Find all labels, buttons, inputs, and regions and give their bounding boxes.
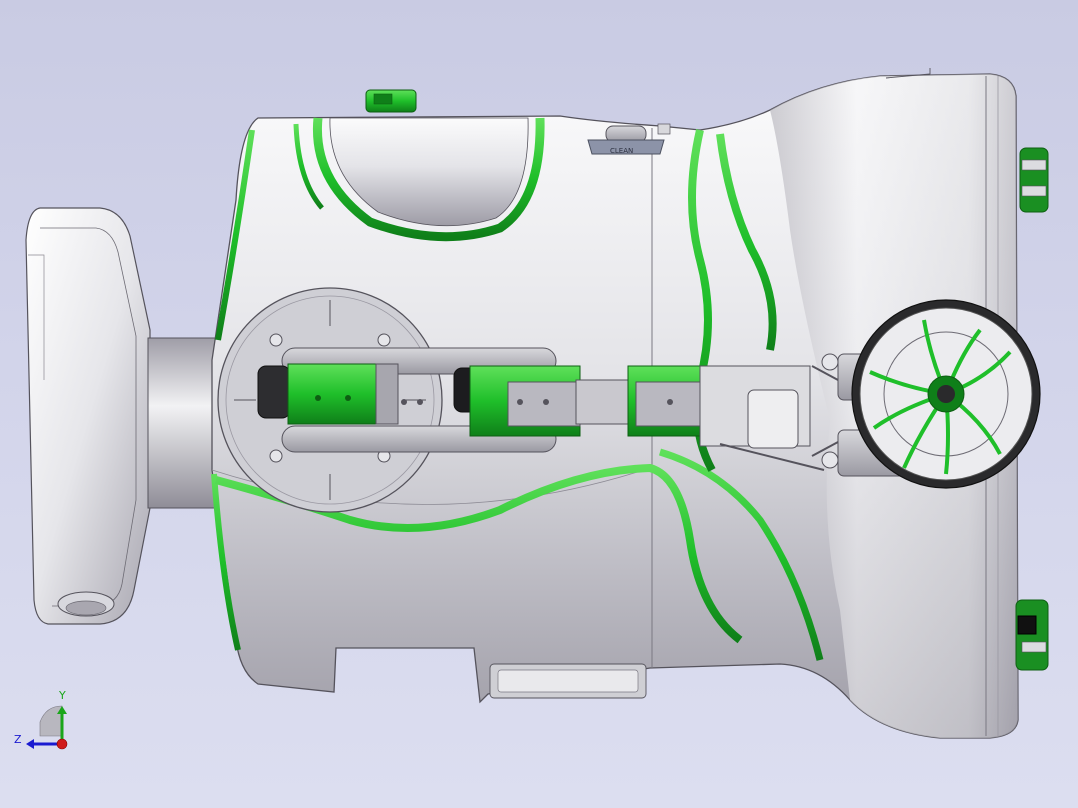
- omni-wheel-bottom[interactable]: [1015, 599, 1049, 671]
- x-axis-dot: [56, 738, 68, 750]
- omni-wheel-top[interactable]: [1019, 147, 1049, 213]
- head-module[interactable]: [25, 207, 151, 625]
- top-sensor[interactable]: [365, 89, 417, 113]
- robot-model-render[interactable]: CLEAN: [0, 0, 1078, 808]
- triad-plane-shape: [39, 705, 63, 737]
- drive-wheel[interactable]: [851, 299, 1041, 489]
- cad-viewport[interactable]: CLEAN Y Z: [0, 0, 1078, 808]
- y-axis-label: Y: [59, 689, 66, 702]
- z-axis-label: Z: [14, 733, 22, 746]
- panel-label: CLEAN: [610, 147, 633, 155]
- orientation-triad[interactable]: [26, 705, 68, 750]
